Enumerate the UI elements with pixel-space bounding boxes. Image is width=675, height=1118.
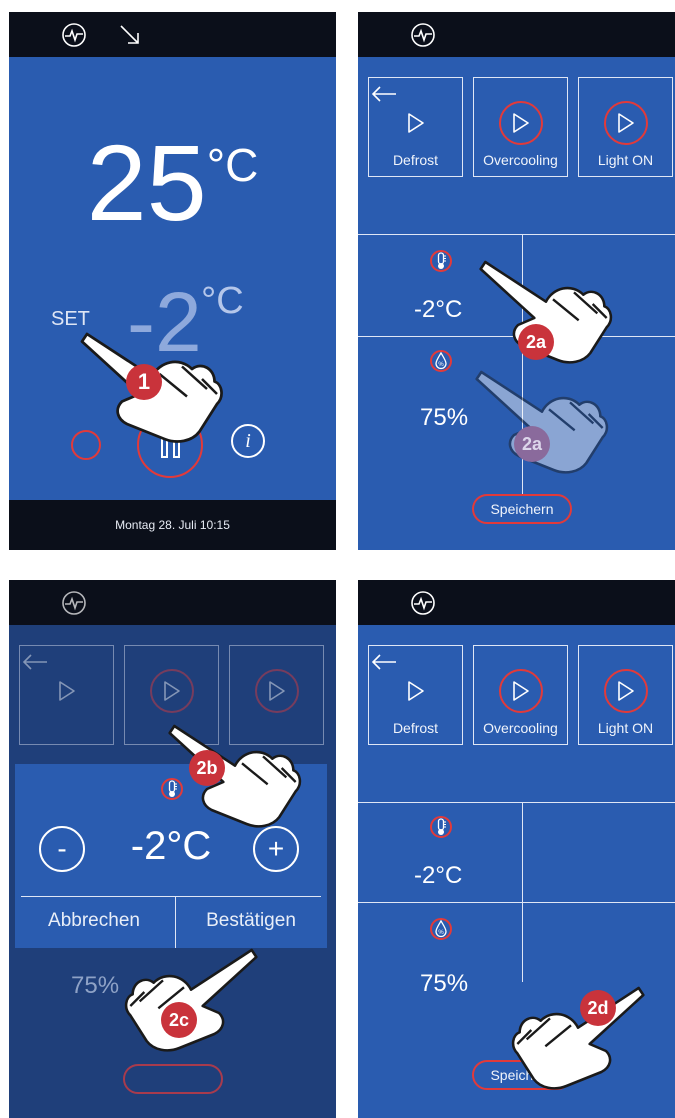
divider bbox=[358, 802, 675, 803]
panel-save-screen: Defrost Overcooling Light ON -2°C 75% Sp… bbox=[358, 580, 675, 1118]
step-badge: 2c bbox=[161, 1002, 197, 1038]
status-bar bbox=[358, 12, 675, 57]
temperature-value[interactable]: -2°C bbox=[414, 862, 462, 890]
panel-main-screen: 25°C SET -2 °C i 1 Montag 28. Juli 10:15 bbox=[9, 12, 336, 550]
humidity-value: 75% bbox=[71, 972, 120, 999]
tile-label: Defrost bbox=[392, 720, 439, 736]
divider bbox=[21, 896, 321, 897]
step-badge: 1 bbox=[126, 364, 162, 400]
thermometer-icon bbox=[430, 816, 452, 838]
panel-edit-dialog-screen: 75% - -2°C + Abbrechen Bestätigen 2b 2c bbox=[9, 580, 336, 1118]
step-badge: 2a bbox=[514, 426, 550, 462]
tile-label: Light ON bbox=[597, 152, 654, 168]
play-icon bbox=[406, 680, 426, 702]
tile-label: Defrost bbox=[392, 152, 439, 168]
footer-bar: Montag 28. Juli 10:15 bbox=[9, 500, 336, 550]
tile-overcooling[interactable]: Overcooling bbox=[473, 645, 568, 745]
info-button[interactable]: i bbox=[231, 424, 265, 458]
divider bbox=[358, 902, 675, 903]
play-icon bbox=[267, 680, 287, 702]
panel-menu-screen: Defrost Overcooling Light ON -2°C 75% Sp… bbox=[358, 12, 675, 550]
activity-icon bbox=[410, 22, 436, 48]
humidity-icon bbox=[430, 350, 452, 372]
swipe-hand-icon bbox=[472, 362, 612, 480]
footer-datetime: Montag 28. Juli 10:15 bbox=[115, 518, 230, 532]
save-button[interactable] bbox=[123, 1064, 223, 1094]
current-temperature: 25°C bbox=[86, 122, 259, 243]
tile-defrost[interactable]: Defrost bbox=[368, 77, 463, 177]
activity-icon bbox=[410, 590, 436, 616]
tap-hand-icon bbox=[121, 940, 261, 1058]
step-badge: 2d bbox=[580, 990, 616, 1026]
play-icon bbox=[511, 680, 531, 702]
play-icon bbox=[616, 680, 636, 702]
tile-defrost[interactable] bbox=[19, 645, 114, 745]
cancel-button[interactable]: Abbrechen bbox=[15, 910, 173, 932]
play-icon bbox=[511, 112, 531, 134]
temperature-value[interactable]: -2°C bbox=[414, 296, 462, 324]
save-button[interactable]: Speichern bbox=[472, 494, 572, 524]
play-icon bbox=[406, 112, 426, 134]
confirm-button[interactable]: Bestätigen bbox=[175, 910, 327, 932]
tile-defrost[interactable]: Defrost bbox=[368, 645, 463, 745]
step-badge: 2a bbox=[518, 324, 554, 360]
step-badge: 2b bbox=[189, 750, 225, 786]
tile-light-on[interactable]: Light ON bbox=[578, 77, 673, 177]
activity-icon bbox=[61, 590, 87, 616]
arrow-down-right-icon bbox=[120, 25, 139, 44]
tile-light-on[interactable]: Light ON bbox=[578, 645, 673, 745]
tap-hand-icon bbox=[508, 978, 648, 1096]
function-tiles: Defrost Overcooling Light ON bbox=[368, 77, 673, 182]
tile-label: Light ON bbox=[597, 720, 654, 736]
set-unit: °C bbox=[201, 280, 244, 322]
humidity-icon bbox=[430, 918, 452, 940]
status-bar bbox=[9, 12, 336, 57]
play-icon bbox=[162, 680, 182, 702]
divider bbox=[522, 802, 523, 982]
tile-overcooling[interactable]: Overcooling bbox=[473, 77, 568, 177]
tile-label: Overcooling bbox=[483, 152, 558, 168]
status-bar bbox=[9, 580, 336, 625]
humidity-value[interactable]: 75% bbox=[420, 404, 468, 432]
activity-icon bbox=[61, 22, 87, 48]
status-bar bbox=[358, 580, 675, 625]
tap-hand-icon bbox=[165, 716, 305, 834]
divider bbox=[358, 234, 675, 235]
function-tiles: Defrost Overcooling Light ON bbox=[368, 645, 673, 750]
tile-label: Overcooling bbox=[483, 720, 558, 736]
humidity-value[interactable]: 75% bbox=[420, 970, 468, 998]
thermometer-icon bbox=[430, 250, 452, 272]
play-icon bbox=[616, 112, 636, 134]
play-icon bbox=[57, 680, 77, 702]
